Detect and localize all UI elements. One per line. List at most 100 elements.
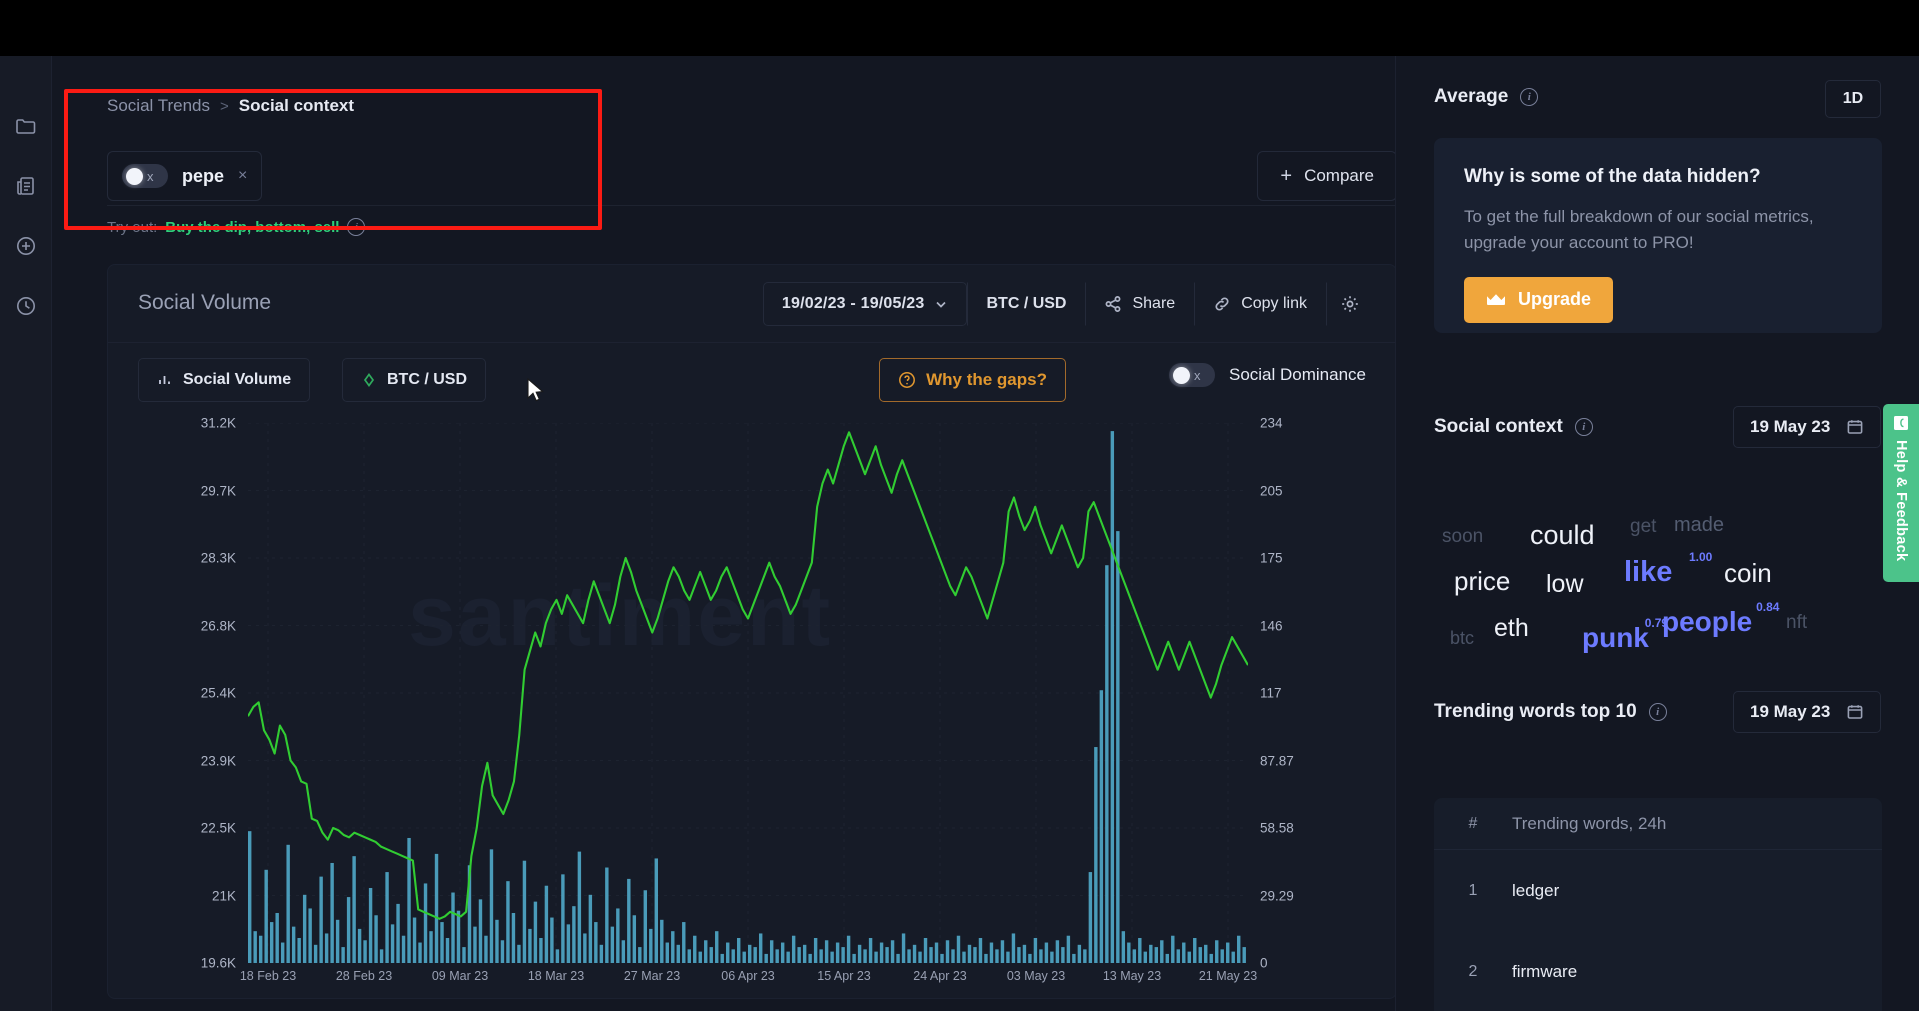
why-the-gaps-button[interactable]: Why the gaps?	[879, 358, 1066, 402]
word-cloud-word[interactable]: like	[1624, 556, 1672, 589]
legend-social-volume[interactable]: Social Volume	[138, 358, 310, 402]
info-icon[interactable]: i	[1520, 88, 1538, 106]
y-tick-left: 29.7K	[201, 483, 236, 498]
x-tick: 24 Apr 23	[913, 969, 967, 983]
compare-button[interactable]: + Compare	[1257, 151, 1397, 201]
share-button[interactable]: Share	[1085, 282, 1194, 326]
breadcrumb-separator-icon: >	[220, 98, 229, 115]
info-icon[interactable]: i	[347, 218, 365, 236]
help-feedback-tab[interactable]: Help & Feedback	[1883, 404, 1919, 582]
word-cloud-word[interactable]: could	[1530, 520, 1595, 551]
info-icon[interactable]: i	[1649, 703, 1667, 721]
x-tick: 03 May 23	[1007, 969, 1065, 983]
trending-words-header: Trending words top 10 i	[1434, 701, 1667, 723]
word-cloud-word[interactable]: low	[1546, 570, 1584, 599]
upgrade-promo-card: Why is some of the data hidden? To get t…	[1434, 138, 1882, 333]
sidebar-item-history[interactable]	[0, 278, 52, 338]
upgrade-button[interactable]: Upgrade	[1464, 277, 1613, 323]
right-panel: Average i 1D Why is some of the data hid…	[1395, 56, 1919, 1011]
chart-controls-row: Social Volume BTC / USD Why the gaps? x	[108, 343, 1396, 417]
asset-chip-pepe[interactable]: x pepe ×	[107, 151, 262, 201]
sidebar-item-documents[interactable]	[0, 158, 52, 218]
toggle-knob	[1173, 367, 1190, 384]
chart-area[interactable]: santiment 31.2K29.7K28.3K26.8K25.4K23.9K…	[108, 417, 1398, 1000]
y-tick-left: 31.2K	[201, 416, 236, 431]
word-cloud-word[interactable]: coin	[1724, 558, 1772, 589]
plus-circle-icon	[15, 235, 37, 262]
try-out-suggestions[interactable]: Buy the dip, bottom, sell	[165, 219, 339, 236]
column-header-word: Trending words, 24h	[1512, 814, 1666, 834]
social-dominance-label: Social Dominance	[1229, 365, 1366, 385]
word-cloud-word[interactable]: made	[1674, 514, 1724, 537]
y-tick-right: 29.29	[1260, 888, 1294, 903]
pair-button[interactable]: BTC / USD	[967, 282, 1085, 326]
chevron-down-icon	[934, 297, 948, 311]
legend-social-volume-label: Social Volume	[183, 371, 291, 389]
social-volume-card: Social Volume 19/02/23 - 19/05/23 BTC / …	[107, 264, 1397, 999]
y-tick-left: 25.4K	[201, 686, 236, 701]
settings-button[interactable]	[1326, 282, 1374, 326]
document-list-icon	[15, 175, 37, 202]
copy-link-button[interactable]: Copy link	[1194, 282, 1326, 326]
word-cloud-word[interactable]: price	[1454, 566, 1510, 597]
toggle-x-icon: x	[147, 170, 154, 183]
table-cell-word: ledger	[1512, 881, 1559, 901]
trending-words-date-picker[interactable]: 19 May 23	[1733, 691, 1881, 733]
folder-icon	[15, 115, 37, 142]
x-tick: 13 May 23	[1103, 969, 1161, 983]
sidebar-item-folder[interactable]	[0, 98, 52, 158]
word-cloud[interactable]: sooncouldgetmadelike1.00coinpricelowethb…	[1434, 508, 1882, 648]
page-body: Social Trends > Social context x pepe × …	[0, 56, 1919, 1011]
average-header: Average i	[1434, 86, 1538, 108]
legend-btc-usd-label: BTC / USD	[387, 371, 467, 389]
compare-button-label: Compare	[1304, 166, 1374, 186]
social-context-date: 19 May 23	[1750, 417, 1830, 437]
table-row[interactable]: 2firmware	[1434, 931, 1882, 1011]
table-cell-rank: 2	[1434, 963, 1512, 981]
interval-button[interactable]: 1D	[1825, 80, 1881, 118]
diamond-icon	[361, 372, 377, 388]
info-icon[interactable]: i	[1575, 418, 1593, 436]
toggle-knob	[126, 168, 143, 185]
breadcrumb-root[interactable]: Social Trends	[107, 96, 210, 116]
y-tick-right: 234	[1260, 416, 1283, 431]
word-cloud-word[interactable]: get	[1630, 516, 1656, 538]
trending-words-table: # Trending words, 24h 1ledger2firmware3t…	[1434, 798, 1882, 1011]
table-row[interactable]: 1ledger	[1434, 850, 1882, 931]
bar-chart-icon	[157, 372, 173, 388]
book-icon	[1892, 414, 1910, 432]
upgrade-button-label: Upgrade	[1518, 289, 1591, 310]
chart-plot[interactable]	[248, 423, 1248, 963]
social-dominance-toggle[interactable]: x	[1169, 363, 1215, 387]
try-out-row: Try out: Buy the dip, bottom, sell i	[107, 218, 365, 236]
close-icon[interactable]: ×	[238, 167, 247, 185]
chart-svg	[248, 423, 1248, 963]
word-cloud-word[interactable]: soon	[1442, 526, 1483, 548]
column-header-rank: #	[1434, 815, 1512, 833]
copy-link-button-label: Copy link	[1241, 295, 1307, 313]
word-cloud-word[interactable]: eth	[1494, 614, 1529, 643]
social-context-date-picker[interactable]: 19 May 23	[1733, 406, 1881, 448]
y-axis-right: 23420517514611787.8758.5829.290	[1260, 423, 1370, 963]
link-icon	[1213, 295, 1231, 313]
word-cloud-word[interactable]: btc	[1450, 628, 1474, 649]
social-dominance-control[interactable]: x Social Dominance	[1169, 363, 1366, 387]
calendar-icon	[1846, 418, 1864, 436]
promo-title: Why is some of the data hidden?	[1464, 166, 1852, 188]
asset-visibility-toggle[interactable]: x	[122, 164, 168, 188]
word-cloud-word[interactable]: people	[1662, 606, 1752, 638]
date-range-selector[interactable]: 19/02/23 - 19/05/23	[763, 282, 968, 326]
sidebar-item-add[interactable]	[0, 218, 52, 278]
question-circle-icon	[898, 371, 916, 389]
x-tick: 28 Feb 23	[336, 969, 392, 983]
y-tick-right: 205	[1260, 483, 1283, 498]
legend-btc-usd[interactable]: BTC / USD	[342, 358, 486, 402]
table-body: 1ledger2firmware3trust	[1434, 850, 1882, 1011]
left-sidebar	[0, 56, 52, 1011]
why-the-gaps-label: Why the gaps?	[926, 370, 1047, 390]
pair-button-label: BTC / USD	[986, 295, 1066, 313]
word-cloud-word[interactable]: nft	[1786, 612, 1807, 634]
word-cloud-word[interactable]: punk	[1582, 622, 1649, 654]
table-cell-word: firmware	[1512, 962, 1577, 982]
calendar-icon	[1846, 703, 1864, 721]
